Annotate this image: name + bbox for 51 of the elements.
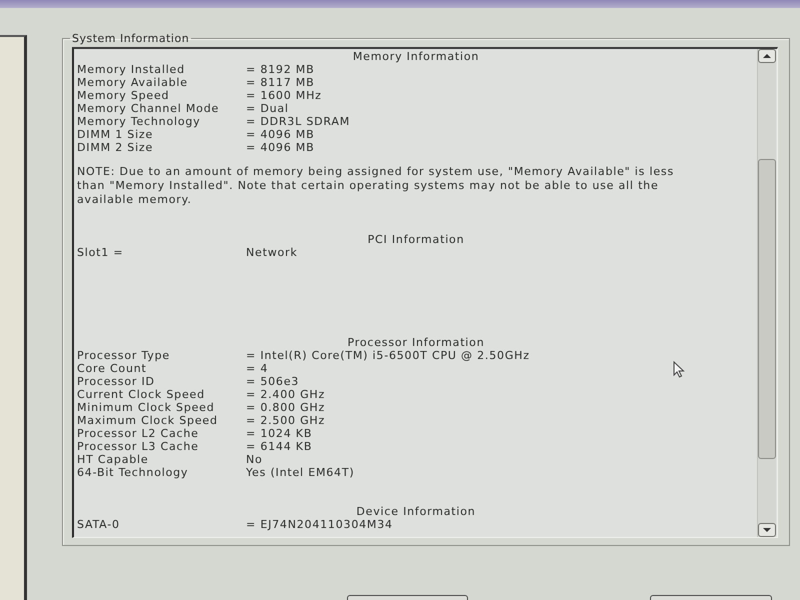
info-value: = 0.800 GHz	[246, 401, 326, 414]
info-label: 64-Bit Technology	[77, 466, 190, 479]
info-label: Minimum Clock Speed	[77, 401, 216, 414]
info-label: Memory Installed	[77, 63, 186, 76]
info-value: = 1024 KB	[246, 427, 312, 440]
info-value: = 8117 MB	[246, 76, 314, 89]
section-heading: Memory Information	[352, 50, 480, 63]
info-label: Processor Type	[77, 349, 171, 362]
scroll-down-button[interactable]	[758, 523, 776, 537]
info-label: SATA-0	[77, 518, 121, 531]
info-value: = 1600 MHz	[246, 89, 322, 102]
scroll-up-button[interactable]	[758, 49, 776, 63]
mouse-pointer-icon	[673, 361, 685, 378]
info-value: = 2.400 GHz	[246, 388, 326, 401]
section-heading: Processor Information	[346, 336, 486, 349]
group-title: System Information	[71, 32, 190, 45]
section-heading: Device Information	[355, 505, 477, 518]
info-label: Slot1 =	[77, 246, 124, 259]
info-value: = DDR3L SDRAM	[246, 115, 350, 128]
info-label: Processor L3 Cache	[77, 440, 200, 453]
scrollbar-thumb[interactable]	[758, 159, 776, 459]
note-text: NOTE: Due to an amount of memory being assigned for system use, "Memory Available" is less than "Memory Installed". Note that certain operating systems may not be able to use all the available memory.	[77, 165, 675, 207]
info-value: = 506e3	[246, 375, 300, 388]
info-label: Memory Available	[77, 76, 189, 89]
info-value: = Intel(R) Core(TM) i5-6500T CPU @ 2.50GHz	[246, 349, 530, 362]
scrollbar-track[interactable]	[757, 49, 776, 537]
info-label: Memory Technology	[77, 115, 202, 128]
info-value: = 4096 MB	[246, 128, 314, 141]
info-label: Core Count	[77, 362, 148, 375]
info-label: DIMM 1 Size	[77, 128, 154, 141]
info-label: Processor ID	[77, 375, 156, 388]
info-value: = 6144 KB	[246, 440, 312, 453]
info-label: Memory Speed	[77, 89, 170, 102]
info-value: = EJ74N204110304M34	[246, 518, 393, 531]
caret-up-icon	[763, 54, 771, 58]
info-label: Memory Channel Mode	[77, 102, 220, 115]
info-value: Network	[246, 246, 298, 259]
info-value: Yes (Intel EM64T)	[246, 466, 354, 479]
info-value: = 4096 MB	[246, 141, 314, 154]
info-label: Maximum Clock Speed	[77, 414, 219, 427]
info-value: No	[246, 453, 263, 466]
info-value: = Dual	[246, 102, 289, 115]
info-label: Processor L2 Cache	[77, 427, 200, 440]
info-label: DIMM 2 Size	[77, 141, 154, 154]
section-heading: PCI Information	[366, 233, 466, 246]
info-label: Current Clock Speed	[77, 388, 206, 401]
caret-down-icon	[763, 528, 771, 532]
info-value: = 8192 MB	[246, 63, 314, 76]
info-value: = 4	[246, 362, 268, 375]
info-label: HT Capable	[77, 453, 150, 466]
info-value: = 2.500 GHz	[246, 414, 326, 427]
